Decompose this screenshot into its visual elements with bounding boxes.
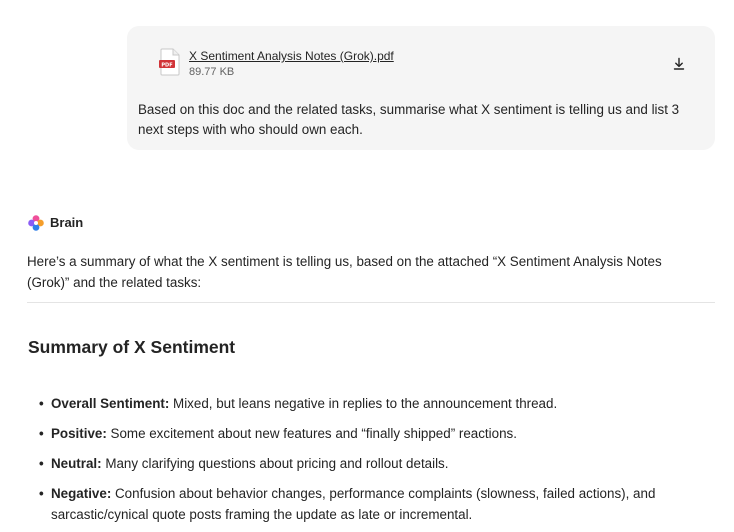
list-item: • Neutral: Many clarifying questions abou… [39,454,699,475]
bullet-term: Overall Sentiment: [51,396,170,411]
bullet-text: Many clarifying questions about pricing … [101,456,449,471]
pdf-file-icon: PDF [159,48,181,76]
bullet-text: Mixed, but leans negative in replies to … [169,396,558,411]
file-attachment[interactable]: PDF X Sentiment Analysis Notes (Grok).pd… [159,46,691,82]
bullet-text: Confusion about behavior changes, perfor… [51,486,656,522]
list-item: • Overall Sentiment: Mixed, but leans neg… [39,394,699,415]
bullet-text: Some excitement about new features and “… [106,426,517,441]
bullet-term: Neutral: [51,456,102,471]
sentiment-bullet-list: • Overall Sentiment: Mixed, but leans neg… [39,394,699,532]
user-message-text: Based on this doc and the related tasks,… [138,102,680,137]
list-item: • Positive: Some excitement about new fea… [39,424,699,445]
bullet-marker: • [39,426,44,441]
bullet-marker: • [39,396,44,411]
divider [27,302,715,303]
section-heading: Summary of X Sentiment [28,337,236,357]
chat-page: PDF X Sentiment Analysis Notes (Grok).pd… [0,0,734,532]
bullet-marker: • [39,456,44,471]
attachment-file-size: 89.77 KB [189,66,235,78]
bullet-marker: • [39,486,44,501]
pdf-badge-label: PDF [161,62,172,68]
assistant-name: Brain [50,215,84,230]
brain-logo-icon [27,214,45,232]
download-icon[interactable] [671,56,687,72]
user-message-bubble: PDF X Sentiment Analysis Notes (Grok).pd… [127,26,715,150]
bullet-term: Negative: [51,486,112,501]
bullet-term: Positive: [51,426,107,441]
assistant-intro-text: Here’s a summary of what the X sentiment… [27,254,662,290]
list-item: • Negative: Confusion about behavior chan… [39,484,699,525]
attachment-file-name[interactable]: X Sentiment Analysis Notes (Grok).pdf [189,49,394,63]
